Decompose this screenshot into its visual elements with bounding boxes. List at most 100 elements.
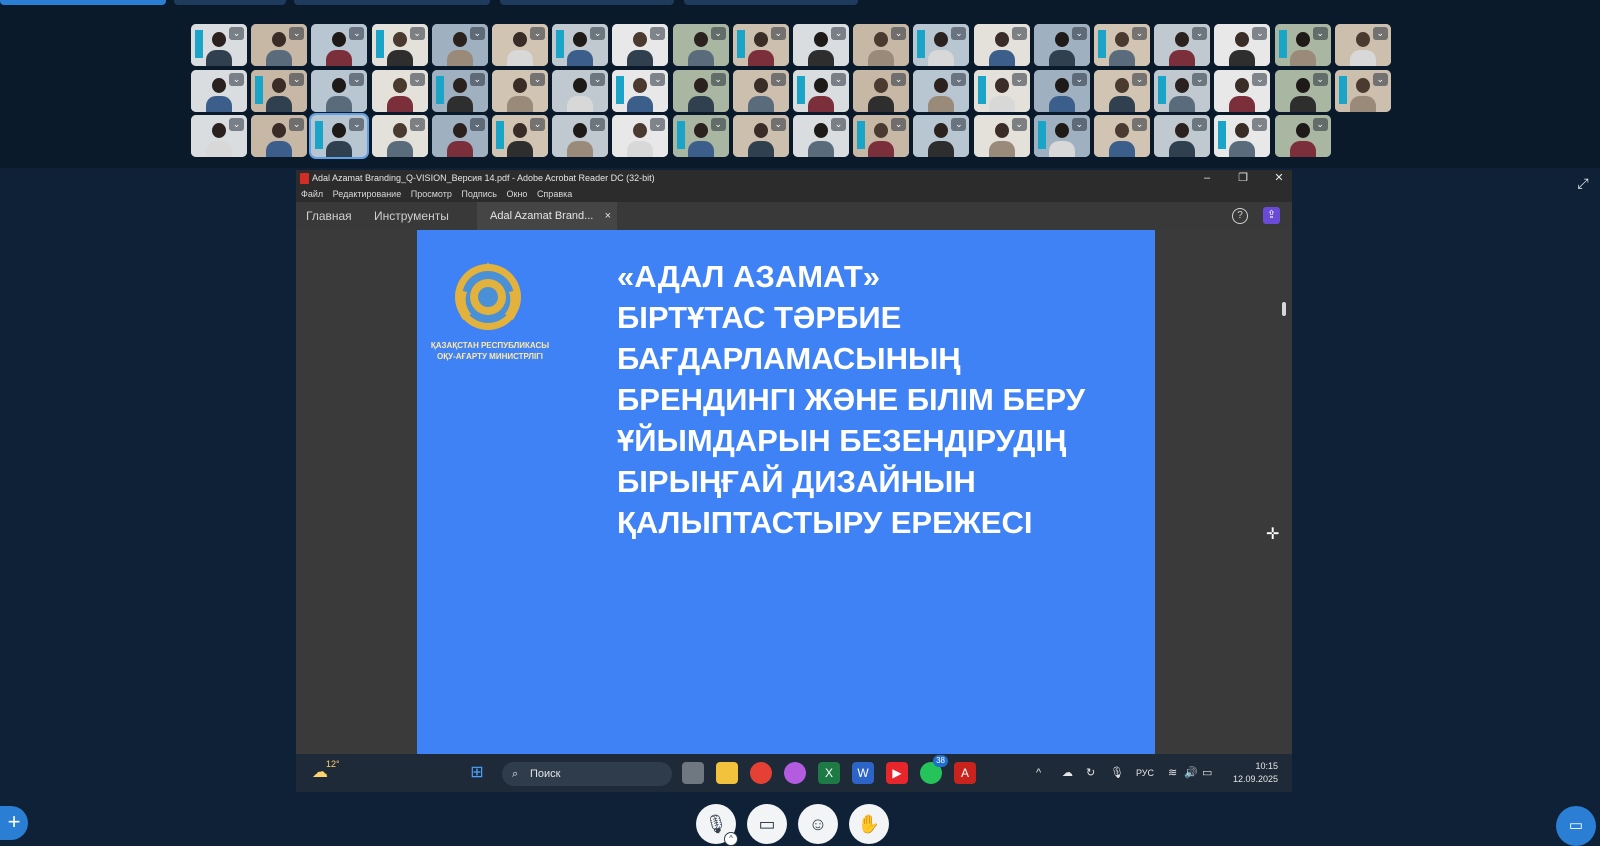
- chevron-down-icon[interactable]: ⌄: [1252, 118, 1268, 131]
- participant-tile[interactable]: ⌄: [431, 24, 488, 66]
- participant-tile[interactable]: ⌄: [492, 115, 548, 157]
- chevron-down-icon[interactable]: ⌄: [831, 72, 846, 86]
- chevron-down-icon[interactable]: ⌄: [1372, 72, 1388, 86]
- participant-tile[interactable]: ⌄: [492, 24, 548, 66]
- chevron-down-icon[interactable]: ⌄: [1011, 118, 1027, 131]
- chevron-down-icon[interactable]: ⌄: [530, 72, 545, 86]
- chevron-down-icon[interactable]: ⌄: [289, 118, 305, 131]
- participant-tile[interactable]: ⌄: [853, 115, 910, 157]
- participant-tile[interactable]: ⌄: [251, 69, 308, 112]
- chevron-down-icon[interactable]: ⌄: [1132, 27, 1147, 40]
- chat-button[interactable]: ▭: [1556, 806, 1596, 846]
- participant-tile[interactable]: ⌄: [672, 115, 729, 157]
- chevron-down-icon[interactable]: ⌄: [650, 118, 666, 131]
- chevron-down-icon[interactable]: ⌄: [409, 27, 425, 40]
- chevron-up-icon[interactable]: ^: [724, 832, 738, 846]
- participant-tile[interactable]: ⌄: [311, 69, 368, 112]
- participant-tile[interactable]: ⌄: [1033, 115, 1090, 157]
- menu-view[interactable]: Просмотр: [411, 189, 452, 199]
- participant-tile[interactable]: ⌄: [1334, 24, 1391, 66]
- participant-tile[interactable]: ⌄: [913, 115, 970, 157]
- taskbar-search[interactable]: ⌕ Поиск: [502, 762, 672, 786]
- chevron-down-icon[interactable]: ⌄: [530, 118, 545, 131]
- chevron-down-icon[interactable]: ⌄: [349, 118, 365, 131]
- sync-icon[interactable]: ↻: [1086, 754, 1095, 792]
- chevron-down-icon[interactable]: ⌄: [469, 27, 485, 40]
- chevron-down-icon[interactable]: ⌄: [409, 118, 425, 131]
- chevron-down-icon[interactable]: ⌄: [349, 27, 365, 40]
- participant-tile[interactable]: ⌄: [612, 24, 669, 66]
- chevron-down-icon[interactable]: ⌄: [469, 72, 485, 86]
- cloud-icon[interactable]: ☁: [1062, 754, 1073, 792]
- participant-tile[interactable]: ⌄: [1214, 115, 1271, 157]
- participant-tile[interactable]: ⌄: [191, 24, 247, 66]
- chevron-down-icon[interactable]: ⌄: [1071, 118, 1087, 131]
- participant-tile[interactable]: ⌄: [1274, 115, 1331, 157]
- participant-tile[interactable]: ⌄: [1214, 69, 1271, 112]
- participant-tile[interactable]: ⌄: [793, 115, 849, 157]
- copilot-icon[interactable]: [784, 762, 806, 784]
- chevron-down-icon[interactable]: ⌄: [409, 72, 425, 86]
- participant-tile[interactable]: ⌄: [552, 24, 609, 66]
- participant-tile[interactable]: ⌄: [672, 24, 729, 66]
- chevron-down-icon[interactable]: ⌄: [1071, 27, 1087, 40]
- chevron-down-icon[interactable]: ⌄: [951, 72, 967, 86]
- participant-tile[interactable]: ⌄: [191, 69, 247, 112]
- chevron-down-icon[interactable]: ⌄: [1071, 72, 1087, 86]
- tab-home[interactable]: Главная: [306, 202, 352, 230]
- chevron-down-icon[interactable]: ⌄: [530, 27, 545, 40]
- chevron-down-icon[interactable]: ⌄: [1372, 27, 1388, 40]
- participant-tile[interactable]: ⌄: [371, 115, 428, 157]
- chevron-down-icon[interactable]: ⌄: [1011, 72, 1027, 86]
- participant-tile[interactable]: ⌄: [1274, 69, 1331, 112]
- vertical-scrollbar[interactable]: [1282, 302, 1286, 316]
- chevron-down-icon[interactable]: ⌄: [1312, 118, 1328, 131]
- participant-tile[interactable]: ⌄: [732, 115, 789, 157]
- word-icon[interactable]: W: [852, 762, 874, 784]
- chevron-down-icon[interactable]: ⌄: [1312, 72, 1328, 86]
- participant-tile[interactable]: ⌄: [552, 69, 609, 112]
- menu-sign[interactable]: Подпись: [461, 189, 497, 199]
- menu-file[interactable]: Файл: [301, 189, 323, 199]
- participant-tile[interactable]: ⌄: [1334, 69, 1391, 112]
- participant-tile[interactable]: ⌄: [913, 69, 970, 112]
- raise-hand-button[interactable]: ✋: [849, 804, 889, 844]
- chevron-down-icon[interactable]: ⌄: [590, 118, 606, 131]
- chevron-down-icon[interactable]: ⌄: [1192, 27, 1208, 40]
- chevron-down-icon[interactable]: ⌄: [831, 27, 846, 40]
- close-tab-icon[interactable]: ×: [605, 202, 611, 230]
- menu-window[interactable]: Окно: [507, 189, 528, 199]
- excel-icon[interactable]: X: [818, 762, 840, 784]
- participant-tile[interactable]: ⌄: [1274, 24, 1331, 66]
- chevron-down-icon[interactable]: ⌄: [891, 72, 907, 86]
- participant-tile[interactable]: ⌄: [431, 115, 488, 157]
- chevron-down-icon[interactable]: ⌄: [1011, 27, 1027, 40]
- chevron-down-icon[interactable]: ⌄: [1192, 118, 1208, 131]
- chevron-down-icon[interactable]: ⌄: [469, 118, 485, 131]
- wifi-icon[interactable]: ≋: [1168, 754, 1177, 792]
- chevron-down-icon[interactable]: ⌄: [1252, 27, 1268, 40]
- youtube-icon[interactable]: ▶: [886, 762, 908, 784]
- language-indicator[interactable]: РУС: [1136, 754, 1154, 792]
- menu-edit[interactable]: Редактирование: [333, 189, 402, 199]
- participant-tile[interactable]: ⌄: [492, 69, 548, 112]
- share-icon[interactable]: ⇪: [1263, 207, 1280, 224]
- chevron-down-icon[interactable]: ⌄: [1132, 118, 1147, 131]
- volume-icon[interactable]: 🔊: [1184, 754, 1198, 792]
- participant-tile[interactable]: ⌄: [251, 24, 308, 66]
- chevron-down-icon[interactable]: ⌄: [229, 27, 244, 40]
- participant-tile[interactable]: ⌄: [1154, 115, 1211, 157]
- minimize-icon[interactable]: –: [1198, 170, 1216, 187]
- help-icon[interactable]: ?: [1232, 208, 1248, 224]
- chevron-down-icon[interactable]: ⌄: [1312, 27, 1328, 40]
- chevron-down-icon[interactable]: ⌄: [951, 118, 967, 131]
- chevron-down-icon[interactable]: ⌄: [951, 27, 967, 40]
- chevron-down-icon[interactable]: ⌄: [1192, 72, 1208, 86]
- chevron-down-icon[interactable]: ⌄: [770, 118, 786, 131]
- participant-tile[interactable]: ⌄: [1154, 69, 1211, 112]
- chevron-down-icon[interactable]: ⌄: [710, 118, 726, 131]
- weather-widget[interactable]: ☁ 12°: [312, 759, 340, 784]
- participant-tile[interactable]: ⌄: [1033, 24, 1090, 66]
- participant-tile[interactable]: ⌄: [431, 69, 488, 112]
- participant-tile[interactable]: ⌄: [191, 115, 247, 157]
